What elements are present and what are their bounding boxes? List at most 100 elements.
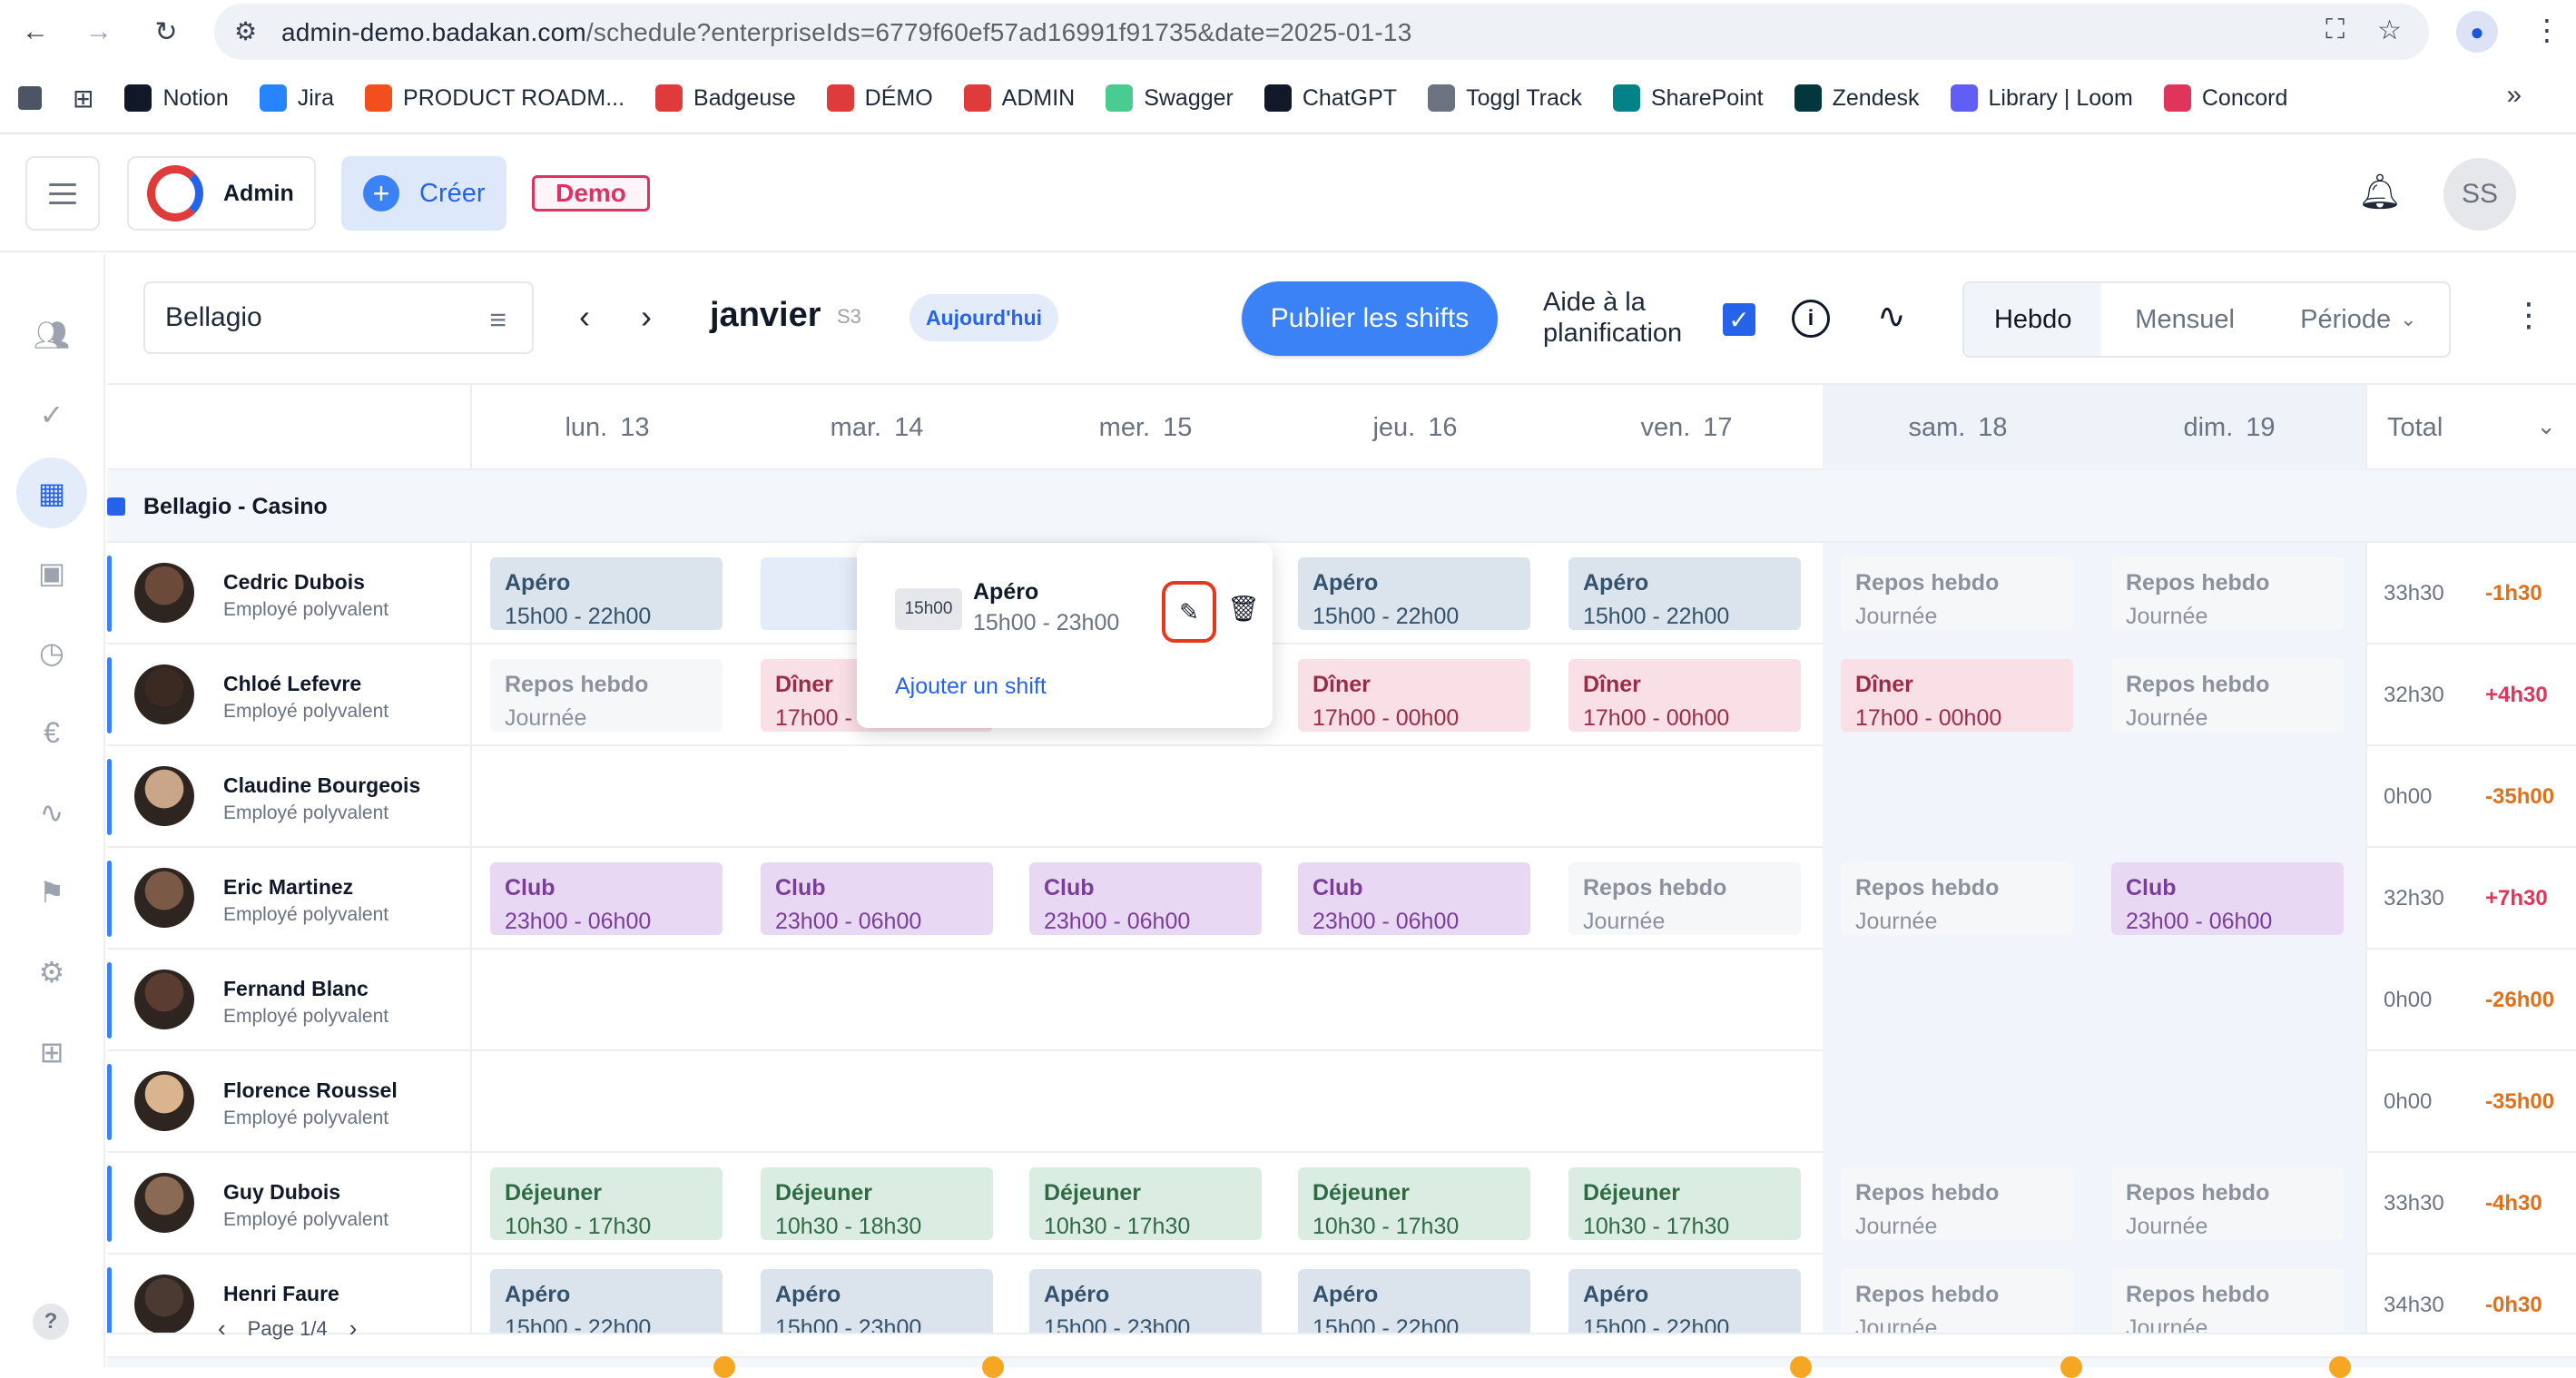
shift-block[interactable]: Déjeuner 10h30 - 17h30	[1568, 1167, 1801, 1240]
sidebar-toggle-icon[interactable]	[18, 86, 42, 110]
address-bar[interactable]: ⚙ admin-demo.badakan.com/schedule?enterp…	[214, 4, 2429, 60]
employee-name[interactable]: Eric Martinez	[223, 875, 353, 900]
bookmark-item[interactable]: Badgeuse	[655, 84, 796, 112]
menu-icon[interactable]	[25, 156, 100, 231]
shift-block[interactable]: Déjeuner 10h30 - 18h30	[761, 1167, 993, 1240]
bookmark-item[interactable]: DÉMO	[826, 84, 933, 112]
bookmark-item[interactable]: ADMIN	[963, 84, 1075, 112]
team-icon[interactable]: 👥︎	[16, 300, 87, 370]
rest-day-block[interactable]: Repos hebdo Journée	[490, 659, 723, 732]
bookmark-item[interactable]: Swagger	[1106, 84, 1234, 112]
calendar-icon[interactable]: ▦	[16, 458, 87, 528]
shift-block[interactable]: Club 23h00 - 06h00	[761, 862, 993, 935]
bookmark-item[interactable]: Library | Loom	[1950, 84, 2133, 112]
activity-icon[interactable]: ∿	[16, 777, 87, 848]
profile-icon[interactable]: ●	[2456, 11, 2498, 53]
trash-icon[interactable]: 🗑︎	[1227, 594, 1260, 624]
total-column-header[interactable]: Total ⌄	[2365, 385, 2576, 470]
info-icon[interactable]: i	[1792, 300, 1830, 338]
rest-day-block[interactable]: Repos hebdo Journée	[1841, 557, 2073, 630]
view-periode[interactable]: Période ⌄	[2268, 283, 2449, 356]
bookmark-item[interactable]: Jira	[259, 84, 334, 112]
shift-block[interactable]: Dîner 17h00 - 00h00	[1841, 659, 2073, 732]
settings-icon[interactable]: ⚙	[16, 937, 87, 1008]
view-hebdo[interactable]: Hebdo	[1964, 283, 2102, 356]
shift-block[interactable]: Apéro 15h00 - 22h00	[1298, 557, 1530, 630]
rest-day-block[interactable]: Repos hebdo Journée	[1568, 862, 1801, 935]
employee-name[interactable]: Florence Roussel	[223, 1078, 398, 1103]
shift-block[interactable]: Apéro 15h00 - 22h00	[1298, 1269, 1530, 1333]
bookmark-item[interactable]: ChatGPT	[1263, 84, 1397, 112]
shift-block[interactable]: Dîner 17h00 - 00h00	[1568, 659, 1801, 732]
bell-icon[interactable]: 🔔︎	[2358, 172, 2402, 212]
today-button[interactable]: Aujourd'hui	[909, 294, 1058, 341]
flag-icon[interactable]: ⚑	[16, 857, 87, 928]
employee-name[interactable]: Henri Faure	[223, 1282, 339, 1306]
prev-week-icon[interactable]: ‹	[579, 298, 590, 336]
employee-name[interactable]: Fernand Blanc	[223, 977, 369, 1001]
bookmark-item[interactable]: Toggl Track	[1428, 84, 1582, 112]
rest-day-block[interactable]: Repos hebdo Journée	[1841, 1269, 2073, 1333]
more-options-icon[interactable]: ⋮	[2512, 296, 2545, 334]
employee-name[interactable]: Claudine Bourgeois	[223, 773, 420, 798]
forward-arrow-icon[interactable]: →	[80, 13, 118, 51]
employee-name[interactable]: Guy Dubois	[223, 1180, 340, 1205]
briefcase-icon[interactable]: ▣	[16, 537, 87, 608]
shift-block[interactable]: Apéro 15h00 - 23h00	[1029, 1269, 1262, 1333]
rest-day-block[interactable]: Repos hebdo Journée	[2111, 557, 2344, 630]
rest-day-block[interactable]: Repos hebdo Journée	[1841, 1167, 2073, 1240]
more-bookmarks-icon[interactable]: »	[2506, 80, 2522, 111]
shift-block[interactable]: Apéro 15h00 - 22h00	[490, 557, 723, 630]
employee-name[interactable]: Cedric Dubois	[223, 570, 365, 595]
shift-block[interactable]: Déjeuner 10h30 - 17h30	[490, 1167, 723, 1240]
reload-icon[interactable]: ↻	[147, 13, 185, 51]
site-selector[interactable]: Bellagio ≡	[143, 281, 534, 354]
shift-block[interactable]: Club 23h00 - 06h00	[1029, 862, 1262, 935]
shift-block[interactable]: Club 23h00 - 06h00	[490, 862, 723, 935]
shift-block[interactable]: Club 23h00 - 06h00	[2111, 862, 2344, 935]
next-page-icon[interactable]: ›	[349, 1314, 358, 1343]
activity-chart-icon[interactable]: ∿	[1877, 296, 1906, 337]
rest-day-block[interactable]: Repos hebdo Journée	[2111, 1269, 2344, 1333]
bookmark-item[interactable]: Zendesk	[1794, 84, 1920, 112]
site-info-icon[interactable]: ⚙	[234, 16, 257, 46]
shift-block[interactable]: Apéro 15h00 - 23h00	[761, 1269, 993, 1333]
bookmark-item[interactable]: SharePoint	[1612, 84, 1764, 112]
workspace-switcher[interactable]: Admin	[127, 156, 316, 231]
euro-icon[interactable]: €	[16, 697, 87, 768]
bookmark-item[interactable]: Concord	[2163, 84, 2287, 112]
timer-icon[interactable]: ◷	[16, 617, 87, 688]
employee-name[interactable]: Chloé Lefevre	[223, 672, 361, 696]
translate-icon[interactable]: ⛶	[2325, 15, 2345, 46]
chevron-down-icon[interactable]: ⌄	[2536, 412, 2556, 440]
shift-block[interactable]: Apéro 15h00 - 22h00	[1568, 557, 1801, 630]
rest-day-block[interactable]: Repos hebdo Journée	[2111, 659, 2344, 732]
add-shift-link[interactable]: Ajouter un shift	[895, 674, 1047, 700]
shift-block[interactable]: Déjeuner 10h30 - 17h30	[1029, 1167, 1262, 1240]
help-icon[interactable]: ?	[33, 1304, 69, 1340]
next-week-icon[interactable]: ›	[641, 298, 652, 336]
shift-block[interactable]: Apéro 15h00 - 22h00	[490, 1269, 723, 1333]
edit-pencil-icon[interactable]: ✎	[1162, 581, 1216, 643]
grid-icon[interactable]: ⊞	[16, 1017, 87, 1088]
publish-shifts-button[interactable]: Publier les shifts	[1242, 281, 1498, 356]
apps-grid-icon[interactable]: ⊞	[73, 84, 93, 113]
planning-aid-checkbox[interactable]: ✓	[1723, 303, 1755, 336]
filter-icon[interactable]: ≡	[489, 303, 506, 337]
view-mensuel[interactable]: Mensuel	[2101, 283, 2267, 356]
create-button[interactable]: + Créer	[341, 156, 506, 231]
shift-block[interactable]: Club 23h00 - 06h00	[1298, 862, 1530, 935]
prev-page-icon[interactable]: ‹	[218, 1314, 226, 1343]
shift-block[interactable]: Déjeuner 10h30 - 17h30	[1298, 1167, 1530, 1240]
shift-block[interactable]: Dîner 17h00 - 00h00	[1298, 659, 1530, 732]
rest-day-block[interactable]: Repos hebdo Journée	[2111, 1167, 2344, 1240]
shift-block[interactable]: Apéro 15h00 - 22h00	[1568, 1269, 1801, 1333]
bookmark-item[interactable]: PRODUCT ROADM...	[365, 84, 624, 112]
browser-menu-icon[interactable]: ⋮	[2532, 13, 2561, 47]
bookmark-item[interactable]: Notion	[124, 84, 229, 112]
user-avatar[interactable]: SS	[2443, 158, 2516, 231]
back-arrow-icon[interactable]: ←	[16, 13, 54, 51]
bookmark-star-icon[interactable]: ☆	[2377, 15, 2402, 46]
rest-day-block[interactable]: Repos hebdo Journée	[1841, 862, 2073, 935]
check-circle-icon[interactable]: ✓	[16, 379, 87, 450]
